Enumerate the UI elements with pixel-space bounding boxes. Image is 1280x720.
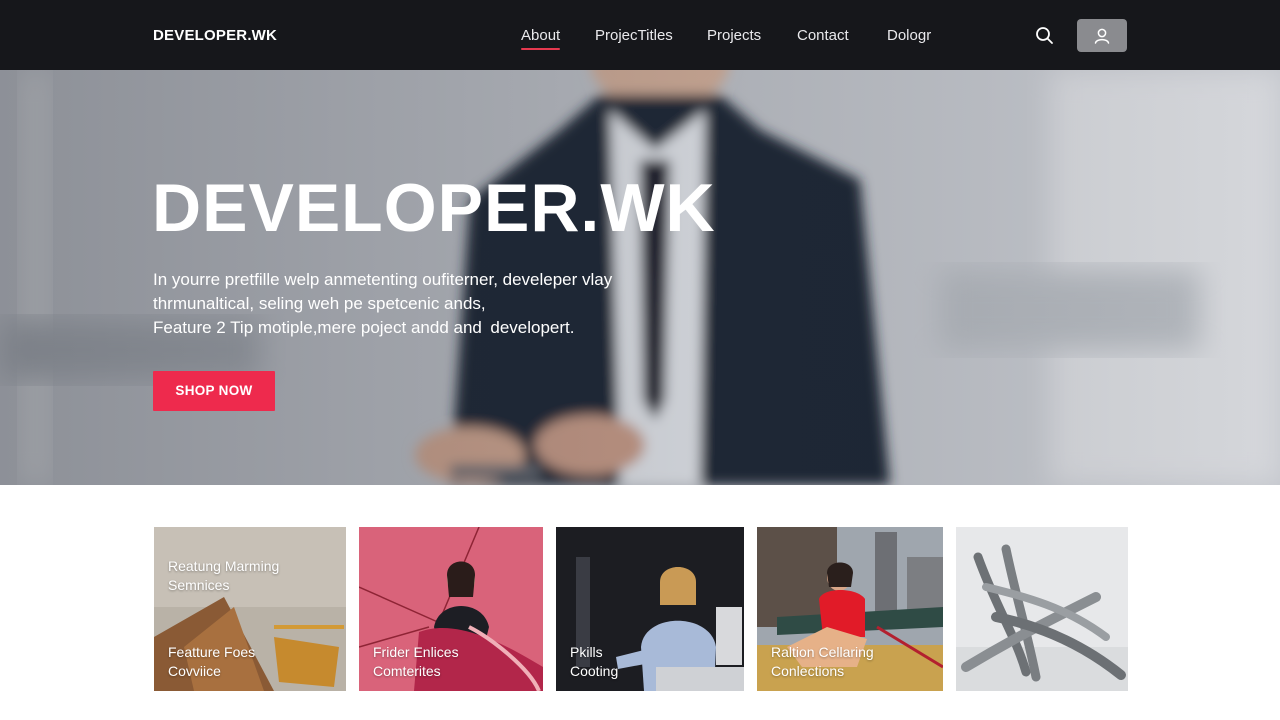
search-button[interactable]: [1033, 24, 1057, 48]
card-caption: Featture Foes Covviice: [168, 643, 255, 681]
nav-item-label: ProjecTitles: [595, 27, 673, 44]
card-title: Reatung Marming Semnices: [168, 557, 279, 595]
nav-item-about[interactable]: About: [521, 27, 561, 51]
feature-card[interactable]: Pkills Cooting: [556, 527, 744, 691]
nav-item-label: About: [521, 27, 561, 44]
hero-description-line: thrmunaltical, seling weh pe spetcenic a…: [153, 294, 486, 313]
brand-logo[interactable]: DEVELOPER.WK: [153, 27, 277, 44]
card-caption-line: Raltion Cellaring: [771, 644, 874, 660]
hero-description-line: Feature 2 Tip motiple,mere poject andd a…: [153, 318, 575, 337]
feature-card[interactable]: [956, 527, 1128, 691]
nav-item-contact[interactable]: Contact: [797, 27, 849, 51]
card-caption-line: Conlections: [771, 663, 845, 679]
hero-description-line: In yourre pretfille welp anmetenting ouf…: [153, 270, 613, 289]
user-icon: [1094, 28, 1110, 44]
card-caption: Raltion Cellaring Conlections: [771, 643, 874, 681]
top-navbar: DEVELOPER.WK About ProjecTitles Projects…: [0, 0, 1280, 70]
nav-item-label: Contact: [797, 27, 849, 44]
shop-now-button[interactable]: SHOP NOW: [153, 371, 275, 411]
card-caption-line: Covviice: [168, 663, 221, 679]
card-caption-line: Comterites: [373, 663, 441, 679]
card-title-line: Reatung Marming: [168, 558, 280, 574]
nav-item-label: Projects: [707, 27, 762, 44]
card-caption-line: Featture Foes: [168, 644, 256, 660]
card-image: [956, 527, 1128, 691]
user-account-button[interactable]: [1077, 19, 1127, 52]
card-caption-line: Frider Enlices: [373, 644, 459, 660]
nav-item-projectitles[interactable]: ProjecTitles: [595, 27, 673, 51]
card-title-line: Semnices: [168, 577, 230, 593]
feature-card[interactable]: Raltion Cellaring Conlections: [757, 527, 943, 691]
nav-item-dologr[interactable]: Dologr: [887, 27, 931, 51]
nav-item-label: Dologr: [887, 27, 932, 44]
feature-card[interactable]: Reatung Marming Semnices Featture Foes C…: [154, 527, 346, 691]
nav-item-projects[interactable]: Projects: [707, 27, 761, 51]
feature-card[interactable]: Frider Enlices Comterites: [359, 527, 543, 691]
hero-section: DEVELOPER.WK In yourre pretfille welp an…: [0, 70, 1280, 485]
card-caption-line: Cooting: [570, 663, 619, 679]
card-caption: Frider Enlices Comterites: [373, 643, 459, 681]
hero-title: DEVELOPER.WK: [152, 170, 716, 246]
hero-description: In yourre pretfille welp anmetenting ouf…: [153, 268, 673, 340]
card-caption-line: Pkills: [570, 644, 603, 660]
card-caption: Pkills Cooting: [570, 643, 618, 681]
search-icon: [1036, 27, 1053, 44]
